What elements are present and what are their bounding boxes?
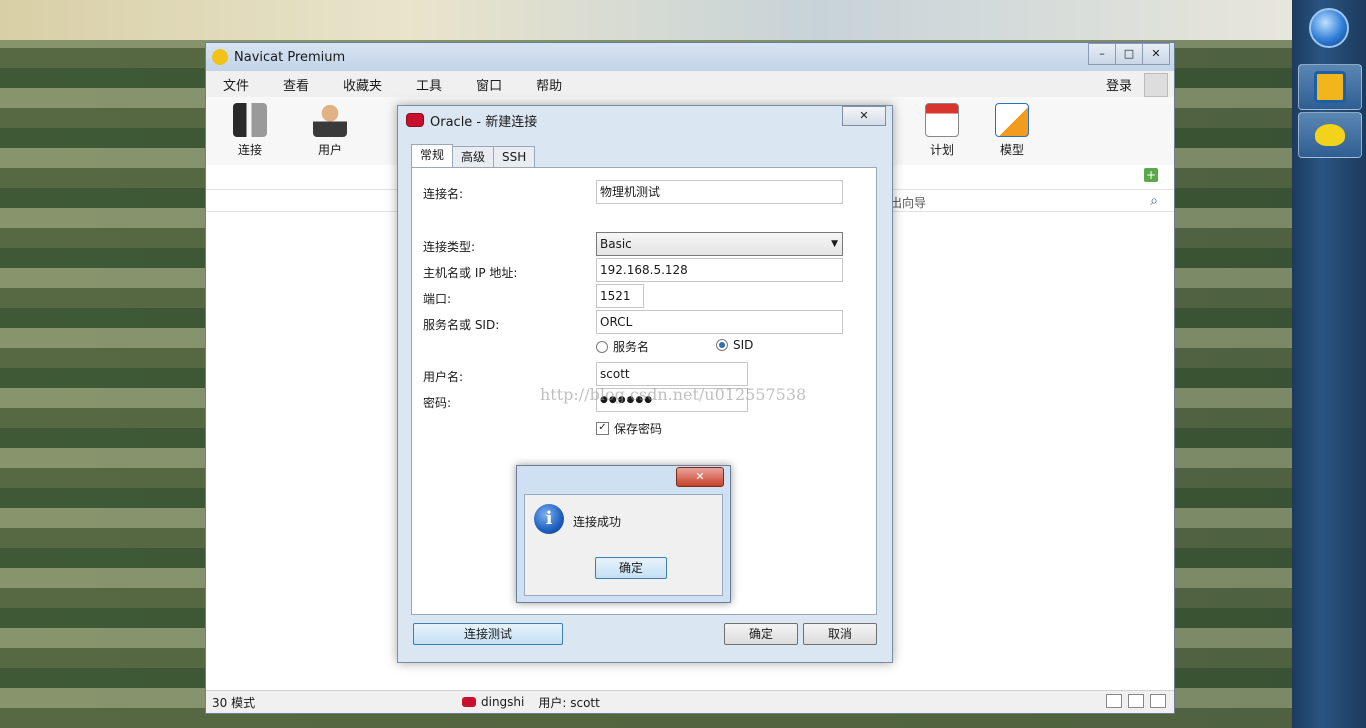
model-tool-button[interactable]: 模型 xyxy=(982,103,1042,158)
calendar-icon xyxy=(925,103,959,137)
save-password-label: 保存密码 xyxy=(614,422,663,436)
cancel-button[interactable]: 取消 xyxy=(803,623,877,645)
tab-advanced[interactable]: 高级 xyxy=(452,146,495,167)
taskbar xyxy=(1292,0,1366,728)
windows-orb-icon xyxy=(1309,8,1349,48)
chevron-down-icon: ▼ xyxy=(831,239,838,249)
menu-favorites[interactable]: 收藏夹 xyxy=(326,75,399,94)
schedule-label: 计划 xyxy=(929,143,954,157)
message-ok-button[interactable]: 确定 xyxy=(595,557,667,579)
ok-button[interactable]: 确定 xyxy=(724,623,798,645)
user-tool-button[interactable]: 用户 xyxy=(300,103,360,158)
view-switcher xyxy=(1106,694,1166,708)
model-icon xyxy=(995,103,1029,137)
title-bar: Navicat Premium – □ ✕ xyxy=(206,43,1174,71)
success-message-box: ✕ i 连接成功 确定 xyxy=(516,465,731,603)
object-count: 30 模式 xyxy=(212,695,256,710)
radio-service-name[interactable]: 服务名 xyxy=(596,338,649,355)
navicat-icon xyxy=(1315,124,1345,146)
taskbar-app-navicat[interactable] xyxy=(1298,112,1362,158)
message-panel: i 连接成功 确定 xyxy=(524,494,723,596)
dialog-title-bar: Oracle - 新建连接 xyxy=(398,106,892,134)
info-icon: i xyxy=(534,504,564,534)
username-label: 用户名: xyxy=(423,370,464,384)
port-label: 端口: xyxy=(423,292,452,306)
dialog-title: Oracle - 新建连接 xyxy=(430,114,538,130)
avatar[interactable] xyxy=(1144,73,1168,97)
app-title: Navicat Premium xyxy=(234,49,346,65)
status-connection: dingshi xyxy=(481,695,525,709)
connection-type-value: Basic xyxy=(600,237,632,251)
radio-button-selected-icon xyxy=(716,339,728,351)
user-icon xyxy=(313,103,347,137)
radio-sid-label: SID xyxy=(733,338,754,352)
checkmark-icon: ✓ xyxy=(596,422,609,435)
desktop-background xyxy=(0,0,1366,40)
navicat-logo-icon xyxy=(212,49,228,65)
menu-tools[interactable]: 工具 xyxy=(399,75,459,94)
connect-label: 连接 xyxy=(237,143,262,157)
dialog-close-button[interactable]: ✕ xyxy=(842,106,886,126)
port-input[interactable]: 1521 xyxy=(596,284,644,308)
service-input[interactable]: ORCL xyxy=(596,310,843,334)
tab-general[interactable]: 常规 xyxy=(411,144,454,167)
menu-window[interactable]: 窗口 xyxy=(459,75,519,94)
app-icon xyxy=(1314,71,1346,103)
grid-view-icon[interactable] xyxy=(1150,694,1166,708)
tab-ssh[interactable]: SSH xyxy=(493,146,536,167)
search-icon[interactable]: ⌕ xyxy=(1150,193,1158,209)
connect-tool-button[interactable]: 连接 xyxy=(220,103,280,158)
connection-type-select[interactable]: Basic ▼ xyxy=(596,232,843,256)
password-label: 密码: xyxy=(423,396,452,410)
oracle-logo-icon xyxy=(406,113,424,127)
message-text: 连接成功 xyxy=(573,515,622,529)
service-label: 服务名或 SID: xyxy=(423,318,500,332)
connection-name-label: 连接名: xyxy=(423,187,464,201)
host-label: 主机名或 IP 地址: xyxy=(423,266,518,280)
host-input[interactable]: 192.168.5.128 xyxy=(596,258,843,282)
menu-help[interactable]: 帮助 xyxy=(519,75,579,94)
connection-type-label: 连接类型: xyxy=(423,240,476,254)
menu-bar: 文件 查看 收藏夹 工具 窗口 帮助 登录 xyxy=(206,71,1174,97)
close-button[interactable]: ✕ xyxy=(1142,43,1170,65)
radio-service-name-label: 服务名 xyxy=(613,340,650,354)
user-label: 用户 xyxy=(317,143,342,157)
taskbar-app-1[interactable] xyxy=(1298,64,1362,110)
maximize-button[interactable]: □ xyxy=(1115,43,1143,65)
start-button[interactable] xyxy=(1298,6,1360,50)
oracle-icon xyxy=(462,697,476,707)
status-user: 用户: scott xyxy=(538,695,600,710)
test-connection-button[interactable]: 连接测试 xyxy=(413,623,563,645)
plug-icon xyxy=(233,103,267,137)
wizard-label[interactable]: 出向导 xyxy=(890,194,926,211)
model-label: 模型 xyxy=(999,143,1024,157)
login-link[interactable]: 登录 xyxy=(1106,75,1132,94)
minimize-button[interactable]: – xyxy=(1088,43,1116,65)
username-input[interactable]: scott xyxy=(596,362,748,386)
menu-view[interactable]: 查看 xyxy=(266,75,326,94)
radio-button-icon xyxy=(596,340,608,353)
radio-sid[interactable]: SID xyxy=(716,338,753,352)
status-bar: 30 模式 dingshi 用户: scott xyxy=(206,690,1174,713)
menu-file[interactable]: 文件 xyxy=(206,75,266,94)
dialog-tabs: 常规 高级 SSH xyxy=(411,144,536,167)
message-close-button[interactable]: ✕ xyxy=(676,467,724,487)
watermark: http://blog.csdn.net/u012557538 xyxy=(540,385,807,404)
save-password-checkbox[interactable]: ✓ 保存密码 xyxy=(596,420,662,437)
add-connection-icon[interactable]: + xyxy=(1144,168,1158,182)
connection-name-input[interactable]: 物理机测试 xyxy=(596,180,843,204)
schedule-tool-button[interactable]: 计划 xyxy=(912,103,972,158)
detail-view-icon[interactable] xyxy=(1128,694,1144,708)
list-view-icon[interactable] xyxy=(1106,694,1122,708)
